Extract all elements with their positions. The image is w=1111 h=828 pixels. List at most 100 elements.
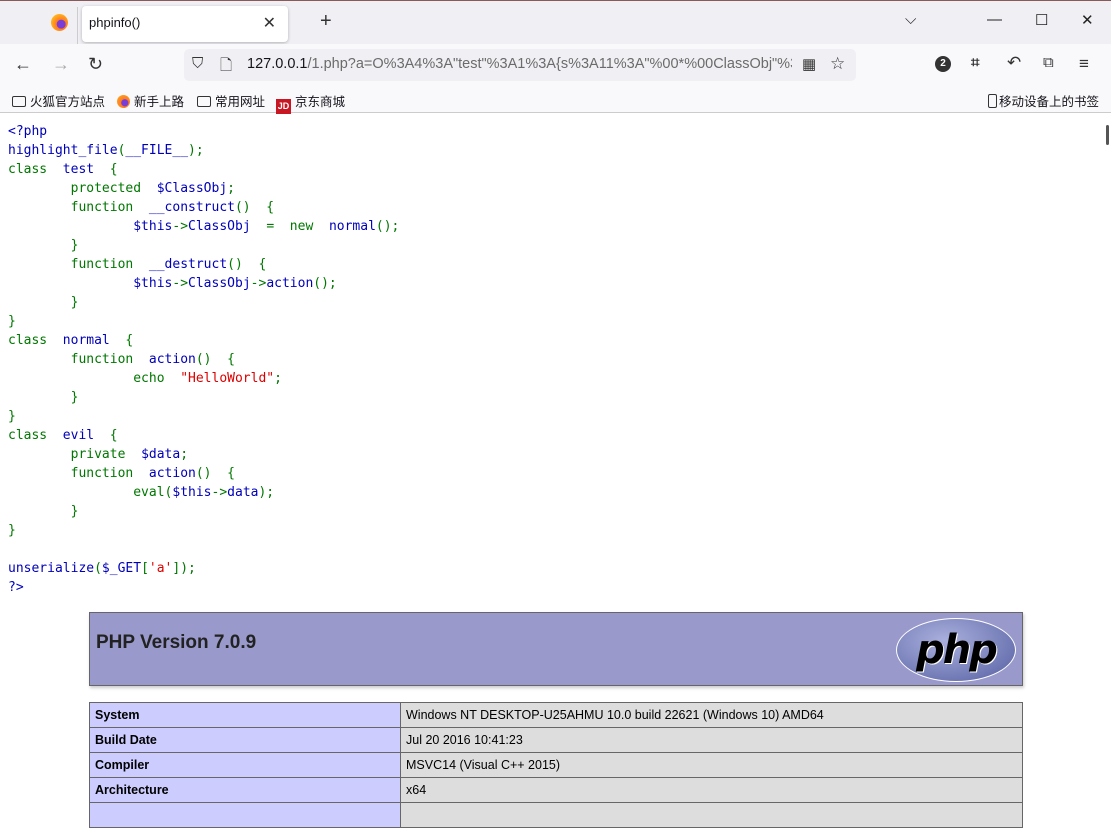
code-token: eval( [8,485,173,500]
code-token: protected [8,181,157,196]
code-token: -> [172,276,189,291]
undo-icon[interactable]: ↶ [1007,53,1021,73]
code-token: { [109,162,118,177]
bookmark-label: 新手上路 [134,95,185,109]
bookmarks-toolbar: 火狐官方站点 新手上路 常用网址 JD 京东商城 移动设备上的书签 [0,86,1111,114]
code-token: $this [133,276,173,291]
code-token: ClassObj [188,219,267,234]
code-line: eval($this->data); [8,483,399,502]
maximize-button[interactable]: ☐ [1035,11,1048,29]
row-key [89,802,401,828]
php-source-code: <?php highlight_file(__FILE__); class test… [8,122,399,597]
code-token: -> [172,219,189,234]
code-token: 'a' [148,561,173,576]
firefox-view-icon[interactable] [51,14,68,31]
extensions-icon[interactable]: ⧉ [1043,54,1054,71]
table-row: Build Date Jul 20 2016 10:41:23 [89,727,1023,753]
code-line: function action() { [8,350,399,369]
code-line: private $data; [8,445,399,464]
code-line: $this->ClassObj = new normal(); [8,217,399,236]
code-token: ; [274,371,282,386]
extension-badge[interactable]: 2 [935,56,951,72]
bookmark-star-icon[interactable]: ☆ [830,54,845,74]
code-token: () { [195,352,235,367]
bookmark-label: 常用网址 [215,95,266,109]
code-token: __FILE__ [125,143,189,158]
close-window-button[interactable]: ✕ [1081,11,1094,29]
folder-icon [197,96,211,107]
minimize-button[interactable]: — [987,11,1002,28]
crop-icon[interactable]: ⌗ [971,54,979,71]
code-line: } [8,312,399,331]
code-line: } [8,293,399,312]
code-token: class [8,333,63,348]
qr-code-icon[interactable]: ▦ [802,55,816,73]
code-token: function [8,257,149,272]
bookmark-folder[interactable]: 火狐官方站点 [12,91,105,110]
code-token: private [8,447,142,462]
code-token: unserialize [8,561,95,576]
bookmark-item[interactable]: JD 京东商城 [276,91,345,114]
code-line: } [8,236,399,255]
address-bar[interactable]: ⛉ 🗋 127.0.0.1/1.php?a=O%3A4%3A"test"%3A1… [184,49,856,81]
close-tab-icon[interactable]: ✕ [263,13,276,33]
code-token: () { [195,466,235,481]
tab-list-chevron-icon[interactable]: ⌵ [905,11,916,28]
mobile-icon [988,94,997,108]
scrollbar[interactable] [1106,125,1109,145]
code-line: class evil { [8,426,399,445]
code-token: $ClassObj [156,181,228,196]
code-token: } [8,390,79,405]
code-token: echo [8,371,181,386]
divider [77,7,78,45]
code-token: $_GET [101,561,142,576]
url-text[interactable]: 127.0.0.1/1.php?a=O%3A4%3A"test"%3A1%3A{… [247,56,792,72]
code-token: test [62,162,110,177]
code-token: () { [234,200,275,215]
php-logo[interactable]: php [896,618,1016,682]
tab-phpinfo[interactable]: phpinfo() ✕ [82,6,288,42]
code-token: $data [141,447,181,462]
code-token: } [8,523,16,538]
code-token: __construct [148,200,235,215]
table-row: Architecture x64 [89,777,1023,803]
code-line: class normal { [8,331,399,350]
code-token: { [109,428,118,443]
phpinfo-panel: PHP Version 7.0.9 php System Windows NT D… [89,612,1023,828]
bookmark-item[interactable]: 新手上路 [117,91,184,110]
forward-button[interactable]: → [52,54,70,75]
mobile-bookmarks[interactable]: 移动设备上的书签 [988,91,1099,110]
code-token: data [227,485,259,500]
code-token: __destruct [148,257,228,272]
menu-icon[interactable]: ≡ [1079,54,1089,74]
code-line: } [8,521,399,540]
code-token: [ [141,561,149,576]
code-line: highlight_file(__FILE__); [8,141,399,160]
code-line: } [8,502,399,521]
code-token: $this [133,219,173,234]
row-value: x64 [400,777,1023,803]
code-token: ); [188,143,204,158]
code-token: evil [62,428,110,443]
code-token: (); [375,219,400,234]
code-token: action [148,466,196,481]
back-button[interactable]: ← [14,54,32,75]
new-tab-button[interactable]: + [320,10,332,33]
page-icon: 🗋 [220,57,233,74]
reload-button[interactable]: ↻ [88,54,103,75]
code-token: ?> [8,580,24,595]
bookmark-label: 移动设备上的书签 [999,95,1100,109]
bookmark-folder[interactable]: 常用网址 [197,91,265,110]
code-token: ClassObj [188,276,251,291]
firefox-icon [117,95,130,108]
code-line: function __destruct() { [8,255,399,274]
code-token: = new [266,219,329,234]
code-token: ( [94,561,102,576]
shield-icon[interactable]: ⛉ [192,55,203,72]
code-token: ; [227,181,235,196]
row-value: MSVC14 (Visual C++ 2015) [400,752,1023,778]
code-line: protected $ClassObj; [8,179,399,198]
